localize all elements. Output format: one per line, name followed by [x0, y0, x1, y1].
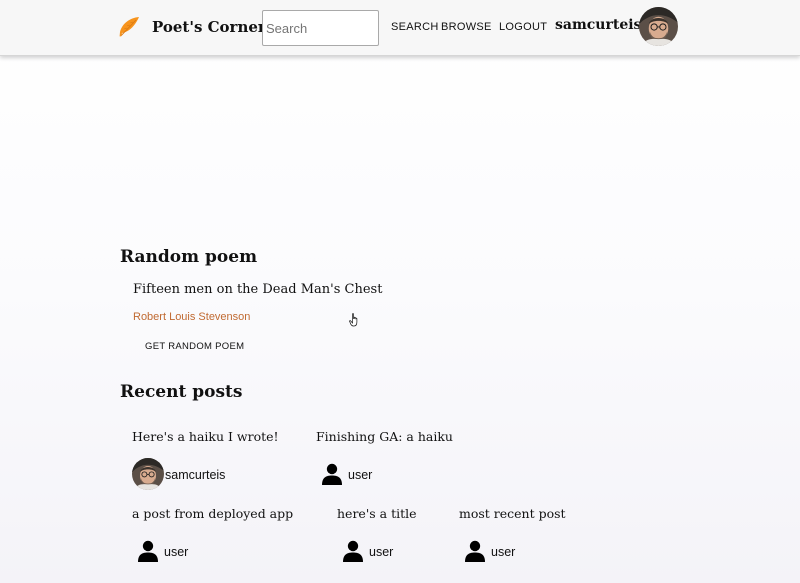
search-input[interactable]	[262, 10, 379, 46]
nav-logout-link[interactable]: LOGOUT	[499, 21, 547, 33]
get-random-poem-button[interactable]: GET RANDOM POEM	[145, 341, 244, 352]
post-title[interactable]: most recent post	[459, 506, 566, 521]
user-icon	[465, 540, 485, 562]
username-label[interactable]: samcurteis	[555, 17, 641, 33]
post-title[interactable]: Finishing GA: a haiku	[316, 429, 453, 444]
post-title[interactable]: Here's a haiku I wrote!	[132, 429, 279, 444]
post-author[interactable]: user	[369, 545, 393, 559]
hand-pointer-icon	[349, 313, 358, 327]
post-author[interactable]: user	[348, 468, 372, 482]
avatar[interactable]	[639, 7, 678, 46]
user-icon	[343, 540, 363, 562]
nav-search-link[interactable]: SEARCH	[391, 21, 439, 33]
post-title[interactable]: here's a title	[337, 506, 417, 521]
recent-posts-heading: Recent posts	[120, 382, 243, 402]
user-icon	[322, 463, 342, 485]
random-poem-author-link[interactable]: Robert Louis Stevenson	[133, 311, 250, 323]
navbar: Poet's Corner SEARCH BROWSE LOGOUT samcu…	[0, 0, 800, 56]
post-author[interactable]: user	[164, 545, 188, 559]
post-author[interactable]: samcurteis	[165, 468, 225, 482]
avatar[interactable]	[132, 458, 164, 490]
brand-title[interactable]: Poet's Corner	[152, 18, 266, 36]
post-author[interactable]: user	[491, 545, 515, 559]
nav-browse-link[interactable]: BROWSE	[441, 21, 492, 33]
random-poem-heading: Random poem	[120, 247, 258, 267]
post-title[interactable]: a post from deployed app	[132, 506, 293, 521]
user-icon	[138, 540, 158, 562]
feather-icon[interactable]	[117, 15, 141, 39]
random-poem-title: Fifteen men on the Dead Man's Chest	[133, 282, 383, 297]
